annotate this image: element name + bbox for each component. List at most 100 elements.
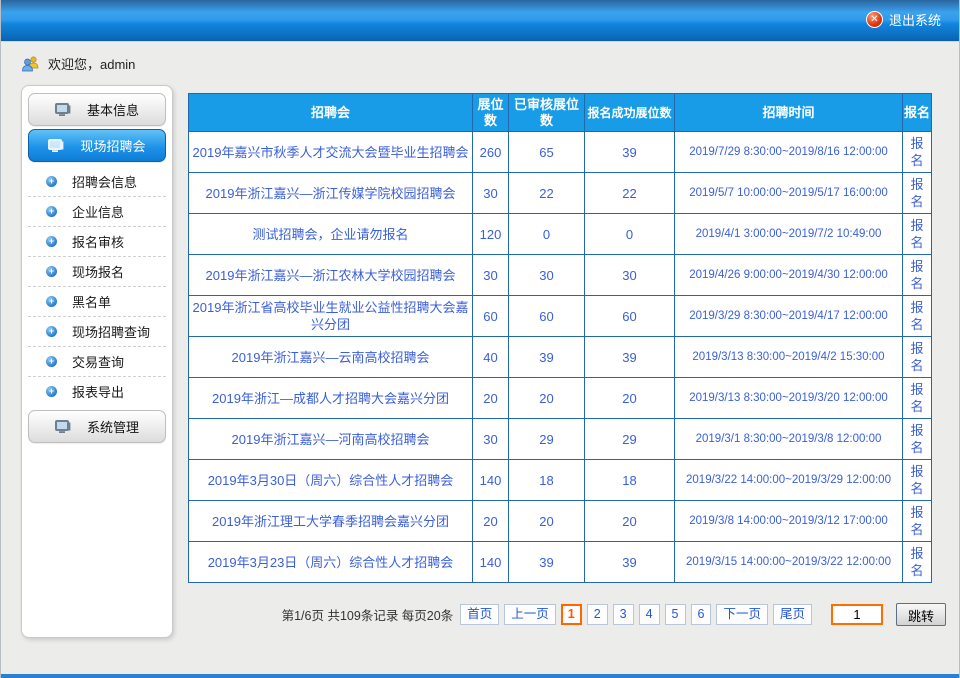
plus-bullet-icon xyxy=(46,296,57,307)
sidebar-subitem-2[interactable]: 报名审核 xyxy=(28,226,166,256)
table-row: 2019年嘉兴市秋季人才交流大会暨毕业生招聘会26065392019/7/29 … xyxy=(189,132,932,173)
register-link[interactable]: 报名 xyxy=(910,259,923,291)
table-row: 2019年浙江嘉兴—浙江农林大学校园招聘会3030302019/4/26 9:0… xyxy=(189,255,932,296)
table-cell: 39 xyxy=(585,132,675,173)
prev-page-button[interactable]: 上一页 xyxy=(504,604,556,625)
first-page-button[interactable]: 首页 xyxy=(460,604,499,625)
sidebar-item-onsite-fair[interactable]: 现场招聘会 xyxy=(28,129,166,162)
col-header-success: 报名成功展位数 xyxy=(585,94,675,132)
next-page-button[interactable]: 下一页 xyxy=(716,604,768,625)
table-cell-action: 报名 xyxy=(903,460,932,501)
sidebar-submenu: 招聘会信息企业信息报名审核现场报名黑名单现场招聘查询交易查询报表导出 xyxy=(28,166,166,406)
table-cell: 2019年3月30日（周六）综合性人才招聘会 xyxy=(189,460,473,501)
table-cell: 2019年浙江嘉兴—河南高校招聘会 xyxy=(189,419,473,460)
logout-button[interactable]: ✕ 退出系统 xyxy=(866,10,941,29)
table-cell-action: 报名 xyxy=(903,542,932,583)
sidebar-subitem-4[interactable]: 黑名单 xyxy=(28,286,166,316)
page-number-button-2[interactable]: 2 xyxy=(587,604,608,625)
table-cell: 120 xyxy=(473,214,509,255)
sidebar-subitem-label: 黑名单 xyxy=(72,292,111,311)
register-link[interactable]: 报名 xyxy=(910,546,923,578)
bottom-edge xyxy=(1,674,959,678)
sidebar-subitem-label: 报名审核 xyxy=(72,232,124,251)
table-cell: 2019/3/29 8:30:00~2019/4/17 12:00:00 xyxy=(675,296,903,337)
table-cell-action: 报名 xyxy=(903,214,932,255)
table-cell: 18 xyxy=(585,460,675,501)
sidebar-subitem-1[interactable]: 企业信息 xyxy=(28,196,166,226)
register-link[interactable]: 报名 xyxy=(910,382,923,414)
table-row: 2019年3月30日（周六）综合性人才招聘会14018182019/3/22 1… xyxy=(189,460,932,501)
plus-bullet-icon xyxy=(46,266,57,277)
table-cell: 40 xyxy=(473,337,509,378)
users-icon xyxy=(21,56,41,72)
sidebar-item-basic-info[interactable]: 基本信息 xyxy=(28,93,166,126)
table-cell: 29 xyxy=(509,419,585,460)
register-link[interactable]: 报名 xyxy=(910,505,923,537)
sidebar-subitem-label: 招聘会信息 xyxy=(72,172,137,191)
register-link[interactable]: 报名 xyxy=(910,341,923,373)
table-cell: 2019/3/13 8:30:00~2019/4/2 15:30:00 xyxy=(675,337,903,378)
table-row: 测试招聘会，企业请勿报名120002019/4/1 3:00:00~2019/7… xyxy=(189,214,932,255)
register-link[interactable]: 报名 xyxy=(910,423,923,455)
page-number-list: 123456 xyxy=(561,604,712,625)
table-cell: 2019/5/7 10:00:00~2019/5/17 16:00:00 xyxy=(675,173,903,214)
table-row: 2019年3月23日（周六）综合性人才招聘会14039392019/3/15 1… xyxy=(189,542,932,583)
table-cell: 2019年浙江理工大学春季招聘会嘉兴分团 xyxy=(189,501,473,542)
sidebar-subitem-7[interactable]: 报表导出 xyxy=(28,376,166,406)
table-row: 2019年浙江嘉兴—云南高校招聘会4039392019/3/13 8:30:00… xyxy=(189,337,932,378)
col-header-fair: 招聘会 xyxy=(189,94,473,132)
table-cell: 30 xyxy=(585,255,675,296)
table-cell: 18 xyxy=(509,460,585,501)
table-row: 2019年浙江省高校毕业生就业公益性招聘大会嘉兴分团6060602019/3/2… xyxy=(189,296,932,337)
sidebar-item-label: 系统管理 xyxy=(87,417,139,436)
last-page-button[interactable]: 尾页 xyxy=(773,604,812,625)
pagination-info: 第1/6页 共109条记录 每页20条 xyxy=(282,605,454,624)
jump-page-input[interactable] xyxy=(831,604,883,625)
col-header-time: 招聘时间 xyxy=(675,94,903,132)
monitor-icon xyxy=(48,139,64,153)
table-cell-action: 报名 xyxy=(903,337,932,378)
register-link[interactable]: 报名 xyxy=(910,300,923,332)
table-cell: 20 xyxy=(585,378,675,419)
table-cell: 2019/7/29 8:30:00~2019/8/16 12:00:00 xyxy=(675,132,903,173)
plus-bullet-icon xyxy=(46,386,57,397)
table-cell: 2019/4/26 9:00:00~2019/4/30 12:00:00 xyxy=(675,255,903,296)
sidebar-item-system-mgmt[interactable]: 系统管理 xyxy=(28,410,166,443)
table-cell-action: 报名 xyxy=(903,419,932,460)
register-link[interactable]: 报名 xyxy=(910,464,923,496)
sidebar-subitem-5[interactable]: 现场招聘查询 xyxy=(28,316,166,346)
jump-button[interactable]: 跳转 xyxy=(896,603,946,626)
register-link[interactable]: 报名 xyxy=(910,218,923,250)
table-cell: 22 xyxy=(585,173,675,214)
sidebar: 基本信息 现场招聘会 招聘会信息企业信息报名审核现场报名黑名单现场招聘查询交易查… xyxy=(21,85,173,638)
plus-bullet-icon xyxy=(46,176,57,187)
page-number-button-1[interactable]: 1 xyxy=(561,604,582,625)
table-cell: 30 xyxy=(473,255,509,296)
sidebar-subitem-3[interactable]: 现场报名 xyxy=(28,256,166,286)
table-cell: 60 xyxy=(473,296,509,337)
table-cell: 2019/3/22 14:00:00~2019/3/29 12:00:00 xyxy=(675,460,903,501)
register-link[interactable]: 报名 xyxy=(910,136,923,168)
table-cell-action: 报名 xyxy=(903,296,932,337)
page-number-button-5[interactable]: 5 xyxy=(665,604,686,625)
table-cell-action: 报名 xyxy=(903,132,932,173)
sidebar-item-label: 现场招聘会 xyxy=(80,136,145,155)
table-cell: 2019年嘉兴市秋季人才交流大会暨毕业生招聘会 xyxy=(189,132,473,173)
table-cell: 2019年浙江省高校毕业生就业公益性招聘大会嘉兴分团 xyxy=(189,296,473,337)
table-cell: 0 xyxy=(509,214,585,255)
col-header-action: 报名 xyxy=(903,94,932,132)
table-cell: 2019/3/13 8:30:00~2019/3/20 12:00:00 xyxy=(675,378,903,419)
table-cell: 2019/4/1 3:00:00~2019/7/2 10:49:00 xyxy=(675,214,903,255)
table-cell: 30 xyxy=(473,419,509,460)
table-cell-action: 报名 xyxy=(903,173,932,214)
sidebar-subitem-6[interactable]: 交易查询 xyxy=(28,346,166,376)
plus-bullet-icon xyxy=(46,356,57,367)
main-panel: 招聘会 展位数 已审核展位数 报名成功展位数 招聘时间 报名 2019年嘉兴市秋… xyxy=(188,85,946,626)
page-number-button-3[interactable]: 3 xyxy=(613,604,634,625)
register-link[interactable]: 报名 xyxy=(910,177,923,209)
table-cell-action: 报名 xyxy=(903,378,932,419)
page-number-button-6[interactable]: 6 xyxy=(691,604,712,625)
page-number-button-4[interactable]: 4 xyxy=(639,604,660,625)
table-cell: 22 xyxy=(509,173,585,214)
sidebar-subitem-0[interactable]: 招聘会信息 xyxy=(28,166,166,196)
